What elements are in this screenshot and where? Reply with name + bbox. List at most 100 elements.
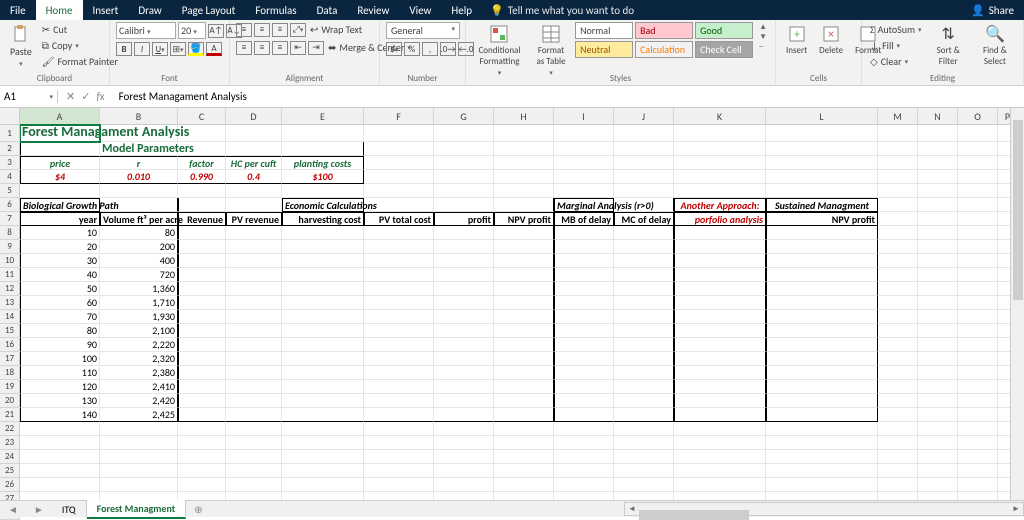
cell-A3[interactable]: price	[20, 156, 100, 170]
cell-D1[interactable]	[226, 125, 282, 142]
cell-A1[interactable]: Forest Managament Analysis	[20, 125, 100, 142]
cell-D8[interactable]	[226, 226, 282, 240]
cell-I5[interactable]	[554, 184, 614, 198]
cell-F10[interactable]	[364, 254, 434, 268]
cell-B9[interactable]: 200	[100, 240, 178, 254]
cell-K3[interactable]	[674, 156, 766, 170]
cell-D22[interactable]	[226, 422, 282, 436]
cell-H23[interactable]	[494, 436, 554, 450]
cell-M25[interactable]	[878, 464, 918, 478]
cell-O26[interactable]	[958, 478, 998, 492]
cell-B20[interactable]: 2,420	[100, 394, 178, 408]
cell-E22[interactable]	[282, 422, 364, 436]
font-color-button[interactable]: A	[206, 42, 222, 56]
select-all-triangle[interactable]	[0, 108, 20, 125]
ribbon-tab-view[interactable]: View	[399, 0, 441, 20]
cell-F19[interactable]	[364, 380, 434, 394]
row-header-9[interactable]: 9	[0, 240, 20, 254]
cell-D11[interactable]	[226, 268, 282, 282]
cell-M14[interactable]	[878, 310, 918, 324]
cell-L18[interactable]	[766, 366, 878, 380]
cell-C20[interactable]	[178, 394, 226, 408]
cell-K10[interactable]	[674, 254, 766, 268]
cell-J20[interactable]	[614, 394, 674, 408]
cell-G19[interactable]	[434, 380, 494, 394]
cell-G9[interactable]	[434, 240, 494, 254]
cell-N1[interactable]	[918, 125, 958, 142]
cell-F21[interactable]	[364, 408, 434, 422]
cell-C16[interactable]	[178, 338, 226, 352]
row-header-10[interactable]: 10	[0, 254, 20, 268]
cell-I2[interactable]	[554, 142, 614, 156]
cell-L5[interactable]	[766, 184, 878, 198]
ribbon-tab-insert[interactable]: Insert	[83, 0, 129, 20]
ribbon-tab-data[interactable]: Data	[307, 0, 348, 20]
cell-E3[interactable]: planting costs	[282, 156, 364, 170]
row-header-5[interactable]: 5	[0, 184, 20, 198]
cell-C14[interactable]	[178, 310, 226, 324]
cell-C8[interactable]	[178, 226, 226, 240]
cell-G21[interactable]	[434, 408, 494, 422]
row-header-11[interactable]: 11	[0, 268, 20, 282]
cell-C23[interactable]	[178, 436, 226, 450]
cell-B22[interactable]	[100, 422, 178, 436]
number-format-select[interactable]: General▾	[386, 22, 460, 39]
wrap-text-button[interactable]: ↩Wrap Text	[308, 22, 364, 37]
cell-N26[interactable]	[918, 478, 958, 492]
insert-cells-button[interactable]: +Insert	[782, 22, 811, 58]
cell-D24[interactable]	[226, 450, 282, 464]
cell-N11[interactable]	[918, 268, 958, 282]
cell-J1[interactable]	[614, 125, 674, 142]
comma-button[interactable]: ,	[422, 42, 438, 56]
cell-A15[interactable]: 80	[20, 324, 100, 338]
cell-F17[interactable]	[364, 352, 434, 366]
col-header-E[interactable]: E	[282, 108, 364, 125]
cell-N2[interactable]	[918, 142, 958, 156]
cell-J13[interactable]	[614, 296, 674, 310]
col-header-D[interactable]: D	[226, 108, 282, 125]
cell-A23[interactable]	[20, 436, 100, 450]
cell-M24[interactable]	[878, 450, 918, 464]
cell-K15[interactable]	[674, 324, 766, 338]
cell-G13[interactable]	[434, 296, 494, 310]
cell-B10[interactable]: 400	[100, 254, 178, 268]
cell-L12[interactable]	[766, 282, 878, 296]
cell-K14[interactable]	[674, 310, 766, 324]
cell-N23[interactable]	[918, 436, 958, 450]
cell-K4[interactable]	[674, 170, 766, 184]
cell-M7[interactable]	[878, 212, 918, 226]
cell-L15[interactable]	[766, 324, 878, 338]
cell-A9[interactable]: 20	[20, 240, 100, 254]
cell-C26[interactable]	[178, 478, 226, 492]
row-header-6[interactable]: 6	[0, 198, 20, 212]
cell-F4[interactable]	[364, 170, 434, 184]
cell-D26[interactable]	[226, 478, 282, 492]
cell-E4[interactable]: $100	[282, 170, 364, 184]
cell-I12[interactable]	[554, 282, 614, 296]
row-header-26[interactable]: 26	[0, 478, 20, 492]
row-header-25[interactable]: 25	[0, 464, 20, 478]
cell-D21[interactable]	[226, 408, 282, 422]
ribbon-tab-home[interactable]: Home	[36, 0, 83, 20]
cell-C17[interactable]	[178, 352, 226, 366]
cell-L25[interactable]	[766, 464, 878, 478]
cell-C24[interactable]	[178, 450, 226, 464]
cell-E24[interactable]	[282, 450, 364, 464]
cell-A20[interactable]: 130	[20, 394, 100, 408]
row-header-2[interactable]: 2	[0, 142, 20, 156]
cell-O20[interactable]	[958, 394, 998, 408]
font-name-select[interactable]: Calibri ▾	[116, 22, 176, 39]
cell-N14[interactable]	[918, 310, 958, 324]
cell-N15[interactable]	[918, 324, 958, 338]
cell-I8[interactable]	[554, 226, 614, 240]
row-header-18[interactable]: 18	[0, 366, 20, 380]
cell-J24[interactable]	[614, 450, 674, 464]
cell-D23[interactable]	[226, 436, 282, 450]
cell-N24[interactable]	[918, 450, 958, 464]
cell-I13[interactable]	[554, 296, 614, 310]
cell-E1[interactable]	[282, 125, 364, 142]
cell-D17[interactable]	[226, 352, 282, 366]
cell-H11[interactable]	[494, 268, 554, 282]
cell-N10[interactable]	[918, 254, 958, 268]
cell-G7[interactable]: profit	[434, 212, 494, 226]
